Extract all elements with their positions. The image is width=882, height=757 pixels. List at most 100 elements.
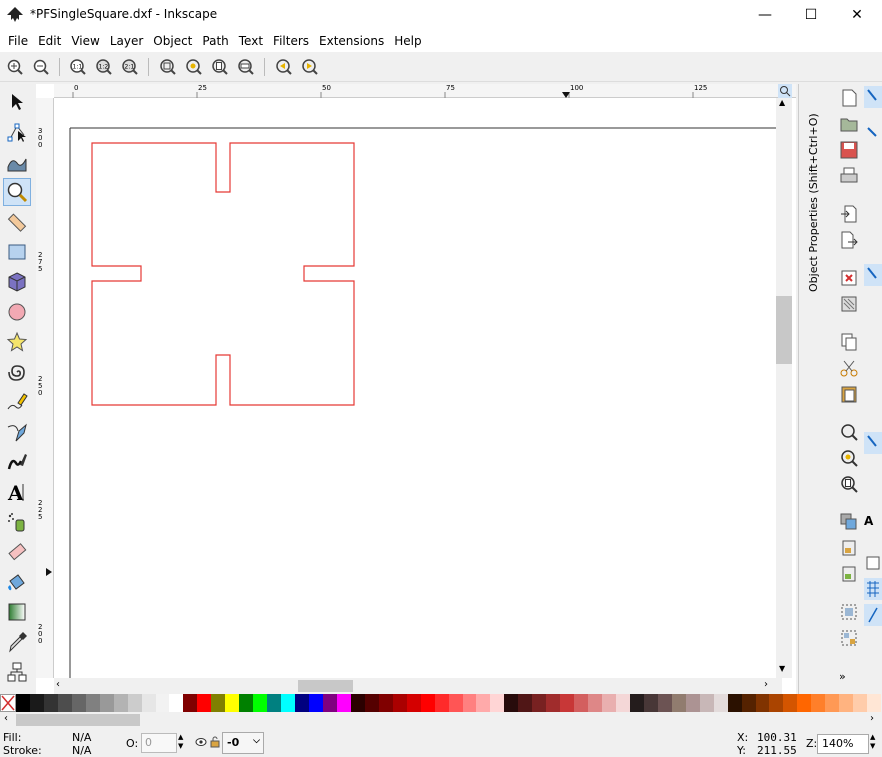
menu-view[interactable]: View xyxy=(67,34,103,48)
print-icon[interactable] xyxy=(839,166,859,186)
zoom-spinner-icon[interactable]: ▲ ▼ xyxy=(870,733,875,751)
menu-file[interactable]: File xyxy=(4,34,32,48)
snap-bbox-icon[interactable] xyxy=(864,124,882,142)
zoom-page-width-icon[interactable] xyxy=(236,57,256,77)
palette-scroll-left-icon[interactable]: ‹ xyxy=(4,713,8,724)
cut-icon[interactable] xyxy=(839,358,859,378)
menu-path[interactable]: Path xyxy=(198,34,232,48)
vertical-scroll-thumb[interactable] xyxy=(776,296,792,364)
color-swatch[interactable] xyxy=(755,694,770,712)
spray-tool-icon[interactable] xyxy=(3,508,31,536)
color-swatch[interactable] xyxy=(671,694,686,712)
color-swatch[interactable] xyxy=(783,694,798,712)
menu-text[interactable]: Text xyxy=(235,34,267,48)
menu-edit[interactable]: Edit xyxy=(34,34,65,48)
layer-visibility-icon[interactable] xyxy=(195,737,207,750)
color-swatch[interactable] xyxy=(211,694,226,712)
group-icon[interactable] xyxy=(839,602,859,622)
zoom-selection-icon[interactable] xyxy=(158,57,178,77)
color-swatch[interactable] xyxy=(57,694,72,712)
redo-icon[interactable] xyxy=(839,294,859,314)
zoom-corner-icon[interactable] xyxy=(778,84,792,98)
current-layer-dropdown[interactable]: -0 ⌵ xyxy=(222,732,264,754)
color-swatch[interactable] xyxy=(574,694,589,712)
color-swatch[interactable] xyxy=(811,694,826,712)
color-swatch[interactable] xyxy=(127,694,142,712)
color-swatch[interactable] xyxy=(155,694,170,712)
new-document-icon[interactable] xyxy=(839,88,859,108)
zoom-2-1-icon[interactable]: 2:1 xyxy=(120,57,140,77)
snap-toggle-icon[interactable] xyxy=(864,86,882,108)
color-swatch[interactable] xyxy=(797,694,812,712)
minimize-button[interactable]: — xyxy=(742,0,788,30)
dropper-tool-icon[interactable] xyxy=(3,628,31,656)
color-swatch[interactable] xyxy=(699,694,714,712)
color-swatch[interactable] xyxy=(602,694,616,712)
palette-scroll-thumb[interactable] xyxy=(16,714,140,726)
import-icon[interactable] xyxy=(839,204,859,224)
layer-lock-icon[interactable] xyxy=(210,736,220,751)
snap-nodes-icon[interactable] xyxy=(864,264,882,286)
color-swatch[interactable] xyxy=(713,694,728,712)
zoom-next-icon[interactable] xyxy=(300,57,320,77)
zoom-1-1-icon[interactable]: 1:1 xyxy=(68,57,88,77)
color-swatch[interactable] xyxy=(727,694,742,712)
scroll-left-arrow-icon[interactable]: ‹ xyxy=(56,679,60,690)
color-swatch[interactable] xyxy=(197,694,212,712)
zoom-drawing-side-icon[interactable] xyxy=(839,448,859,468)
ungroup-icon[interactable] xyxy=(839,628,859,648)
color-swatch[interactable] xyxy=(295,694,310,712)
pen-tool-icon[interactable] xyxy=(3,418,31,446)
color-swatch[interactable] xyxy=(71,694,86,712)
color-swatch[interactable] xyxy=(462,694,477,712)
color-swatch[interactable] xyxy=(504,694,519,712)
opacity-input[interactable]: 0 xyxy=(141,733,177,753)
color-swatch[interactable] xyxy=(643,694,658,712)
scroll-down-arrow-icon[interactable]: ▼ xyxy=(779,664,785,673)
duplicate-icon[interactable] xyxy=(839,512,859,532)
color-swatch[interactable] xyxy=(685,694,700,712)
menu-extensions[interactable]: Extensions xyxy=(315,34,388,48)
snap-grid-icon[interactable] xyxy=(864,578,882,600)
close-button[interactable]: ✕ xyxy=(834,0,880,30)
color-swatch[interactable] xyxy=(253,694,268,712)
zoom-page-side-icon[interactable] xyxy=(839,474,859,494)
node-tool-icon[interactable] xyxy=(3,118,31,146)
color-swatch[interactable] xyxy=(239,694,254,712)
eraser-tool-icon[interactable] xyxy=(3,538,31,566)
color-swatch[interactable] xyxy=(629,694,644,712)
color-swatch[interactable] xyxy=(169,694,184,712)
save-icon[interactable] xyxy=(839,140,859,160)
color-swatch[interactable] xyxy=(867,694,882,712)
color-swatch[interactable] xyxy=(588,694,603,712)
zoom-out-icon[interactable] xyxy=(31,57,51,77)
canvas-area[interactable]: 0 25 50 75 100 125 300 275 250 225 200 ▲… xyxy=(36,84,796,694)
unlink-clone-icon[interactable] xyxy=(839,564,859,584)
color-swatch[interactable] xyxy=(657,694,672,712)
fill-value[interactable]: N/A xyxy=(72,731,91,744)
stroke-value[interactable]: N/A xyxy=(72,744,91,757)
color-swatch[interactable] xyxy=(615,694,630,712)
pencil-tool-icon[interactable] xyxy=(3,388,31,416)
maximize-button[interactable]: ☐ xyxy=(788,0,834,30)
snap-others-icon[interactable] xyxy=(864,432,882,454)
drawing-canvas[interactable] xyxy=(54,98,776,678)
color-swatch[interactable] xyxy=(490,694,505,712)
zoom-previous-icon[interactable] xyxy=(274,57,294,77)
snap-text-baseline-icon[interactable]: A xyxy=(864,514,882,532)
color-swatch[interactable] xyxy=(309,694,323,712)
calligraphy-tool-icon[interactable] xyxy=(3,448,31,476)
color-swatch[interactable] xyxy=(29,694,44,712)
color-swatch[interactable] xyxy=(43,694,58,712)
undo-icon[interactable] xyxy=(839,268,859,288)
scroll-up-arrow-icon[interactable]: ▲ xyxy=(779,98,785,107)
color-swatch[interactable] xyxy=(420,694,435,712)
color-swatch[interactable] xyxy=(16,694,30,712)
palette-scrollbar[interactable]: ‹ › xyxy=(0,712,882,728)
open-file-icon[interactable] xyxy=(839,114,859,134)
color-swatch[interactable] xyxy=(392,694,407,712)
color-swatch[interactable] xyxy=(364,694,379,712)
color-swatch[interactable] xyxy=(434,694,449,712)
color-swatch[interactable] xyxy=(546,694,561,712)
connector-tool-icon[interactable] xyxy=(3,658,31,686)
